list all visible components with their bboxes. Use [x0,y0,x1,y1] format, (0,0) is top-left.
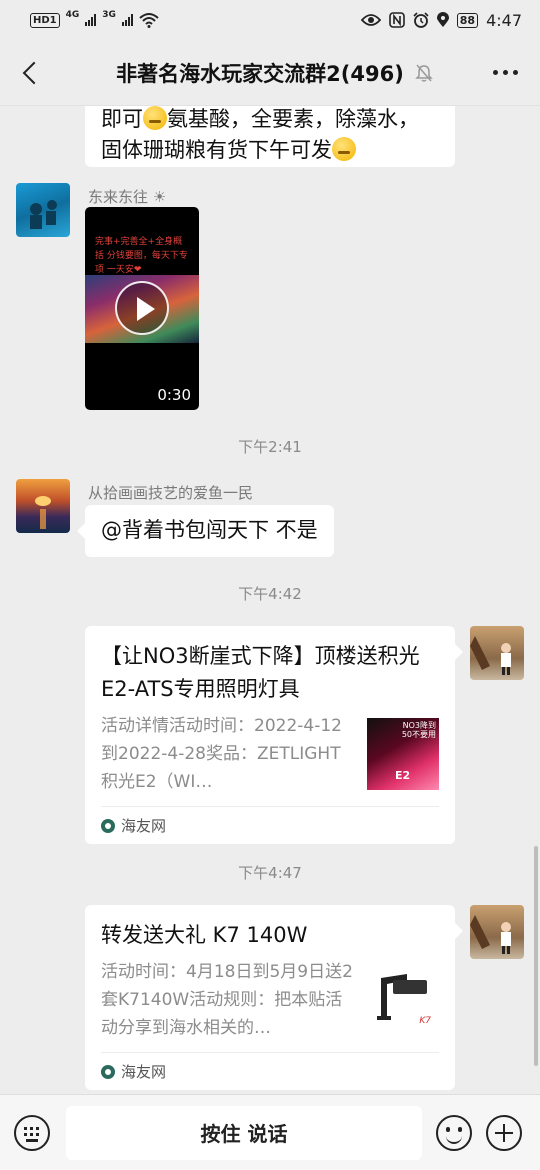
link-card-1[interactable]: 【让NO3断崖式下降】顶楼送积光E2-ATS专用照明灯具 活动详情活动时间：20… [85,626,463,844]
network-type-1: 4G [65,10,80,20]
nfc-icon [388,12,405,28]
wifi-icon [139,13,159,28]
status-bar: HD1 4G 3G 88 4:47 [0,0,540,40]
battery-indicator: 88 [456,12,479,28]
hd-badge: HD1 [30,12,60,28]
signal-icon [85,14,97,26]
card-body: 活动时间：4月18日到5月9日送2套K7140W活动规则：把本贴活动分享到海水相… [101,958,439,1042]
status-right: 88 4:47 [360,10,522,30]
haiyou-logo-icon [101,818,115,833]
message-bubble-3[interactable]: @背着书包闯天下 不是 [77,505,334,557]
card-source: 海友网 [101,806,439,844]
card-source-name: 海友网 [121,1063,167,1081]
timestamp: 下午4:42 [238,585,302,603]
chat-area[interactable]: 即可 氨基酸，全要素，除藻水， 固体珊瑚粮有货下午可发 东来东往 ☀ 完事+完善全… [0,106,540,1094]
message-bubble-1[interactable]: 即可 氨基酸，全要素，除藻水， 固体珊瑚粮有货下午可发 [85,106,455,167]
play-icon[interactable] [115,281,169,335]
sender-name: 从拾画画技艺的爱鱼一民 [88,484,254,502]
video-overlay-text: 完事+完善全+全身概括 分钱要图，每天下专项 一天安❤ [95,237,188,275]
card-description: 活动详情活动时间：2022-4-12到2022-4-28奖品：ZETLIGHT积… [101,716,342,792]
hd-sub: 1 [49,14,57,26]
card-source-name: 海友网 [121,817,167,835]
card-thumbnail: K7 [367,964,439,1036]
keyboard-toggle-button[interactable] [14,1114,50,1151]
timestamp: 下午4:47 [238,864,302,882]
video-message[interactable]: 完事+完善全+全身概括 分钱要图，每天下专项 一天安❤ 0:30 [85,207,199,410]
thumb-label: K7 [419,1016,431,1026]
avatar-aiyu[interactable] [16,479,70,533]
network-type-2: 3G [102,10,116,20]
hd-label: HD [33,14,50,26]
card-title: 【让NO3断崖式下降】顶楼送积光E2-ATS专用照明灯具 [101,644,420,701]
avatar-dongladongwang[interactable] [16,183,70,237]
link-card-2[interactable]: 转发送大礼 K7 140W 活动时间：4月18日到5月9日送2套K7140W活动… [85,905,463,1090]
signal-icon-2 [121,14,133,26]
sender-name: 东来东往 ☀ [88,188,167,206]
timestamp: 下午2:41 [238,438,302,456]
message-1-line-1: 即可 氨基酸，全要素，除藻水， [101,106,419,131]
card-body: 活动详情活动时间：2022-4-12到2022-4-28奖品：ZETLIGHT积… [101,712,439,796]
status-left: HD1 4G 3G [30,10,159,28]
chat-header: 非著名海水玩家交流群2(496) [0,40,540,106]
location-icon [436,12,449,27]
back-button[interactable] [0,40,60,106]
avatar-self[interactable] [470,626,524,680]
thinking-emoji-icon [143,106,167,130]
status-time: 4:47 [486,10,522,30]
video-duration: 0:30 [157,386,191,404]
group-title: 非著名海水玩家交流群2(496) [116,61,404,86]
hold-to-talk-button[interactable]: 按住 说话 [66,1105,422,1160]
haiyou-logo-icon [101,1064,115,1079]
message-1-line-2: 固体珊瑚粮有货下午可发 [101,135,439,166]
card-source: 海友网 [101,1052,439,1090]
avatar-self[interactable] [470,905,524,959]
card-title: 转发送大礼 K7 140W [101,923,308,947]
alarm-icon [413,12,429,28]
card-thumbnail: NO3降到 50不要用 E2 [367,718,439,790]
thumb-label: NO3降到 50不要用 [401,721,436,739]
thumb-model: E2 [395,769,411,782]
title-wrap: 非著名海水玩家交流群2(496) [80,58,470,88]
chevron-left-icon [22,61,46,84]
more-options-button[interactable] [470,70,540,75]
card-description: 活动时间：4月18日到5月9日送2套K7140W活动规则：把本贴活动分享到海水相… [101,962,353,1038]
mute-bell-icon [415,64,433,82]
input-bar: 按住 说话 [0,1094,540,1170]
more-functions-button[interactable] [486,1114,522,1151]
thinking-emoji-icon [332,137,356,161]
emoji-button[interactable] [436,1114,472,1151]
eye-icon [360,14,381,26]
chat-scrollbar[interactable] [534,846,538,1066]
